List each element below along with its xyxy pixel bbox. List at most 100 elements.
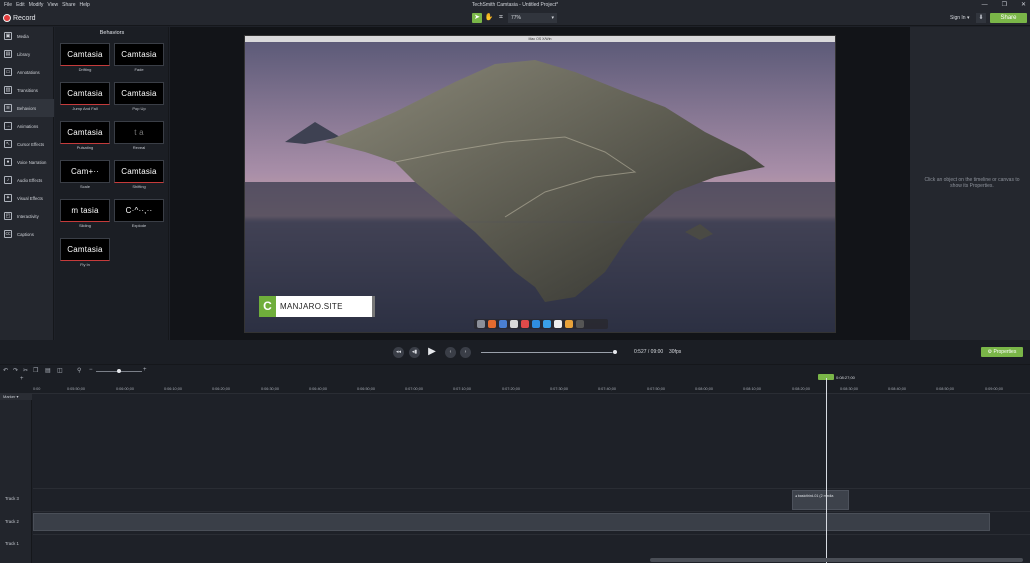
menu-file[interactable]: File: [4, 0, 12, 11]
sidebar-item-media[interactable]: ▣ Media: [0, 27, 54, 45]
track-2-label[interactable]: Track 2: [5, 519, 19, 524]
ruler-tick: 0:07:30;00: [550, 387, 568, 391]
sidebar-item-interactivity[interactable]: ◰ Interactivity: [0, 207, 54, 225]
behavior-drifting[interactable]: Camtasia Drifting: [60, 43, 110, 72]
ruler-tick: 0:07:50;00: [647, 387, 665, 391]
behaviors-panel: Behaviors Camtasia Drifting Camtasia Fade …: [55, 27, 169, 340]
marker-dropdown[interactable]: Marker ▾: [0, 394, 32, 400]
undo-icon[interactable]: ↶: [3, 367, 8, 374]
track-3-row[interactable]: [33, 488, 1030, 510]
share-button[interactable]: Share: [990, 13, 1027, 23]
canvas-stage[interactable]: Mac OS X/Win C MANJARO.SITE: [244, 35, 836, 333]
zoom-in-icon[interactable]: +: [143, 367, 147, 373]
behavior-pulsating[interactable]: Camtasia Pulsating: [60, 121, 110, 150]
step-back-icon[interactable]: ◂◂: [393, 347, 404, 358]
scrubber-knob[interactable]: [613, 350, 617, 354]
menu-edit[interactable]: Edit: [16, 0, 25, 11]
behavior-thumb: Camtasia: [114, 43, 164, 66]
timeline-toolbar: ↶ ↷ ✂ ❐ ▤ ◫ ⚲ − +: [0, 364, 1030, 376]
sidebar-item-behaviors[interactable]: ≋ Behaviors: [0, 99, 54, 117]
behavior-reveal[interactable]: t a Reveal: [114, 121, 164, 150]
menu-view[interactable]: View: [47, 0, 58, 11]
sidebar-item-library[interactable]: ▤ Library: [0, 45, 54, 63]
zoom-slider-knob[interactable]: [117, 369, 121, 373]
sidebar-item-animations[interactable]: → Animations: [0, 117, 54, 135]
ruler-tick: 0:06:20;00: [212, 387, 230, 391]
behavior-pop-up[interactable]: Camtasia Pop Up: [114, 82, 164, 111]
timeline-scrollbar[interactable]: [650, 558, 1023, 562]
behavior-shifting[interactable]: Camtasia Shifting: [114, 160, 164, 189]
pan-tool-icon[interactable]: ✋: [484, 13, 494, 23]
vlc-dock-icon: [565, 320, 573, 328]
behavior-label: Fly In: [80, 262, 90, 267]
sidebar-item-visual-effects[interactable]: ✦ Visual Effects: [0, 189, 54, 207]
behavior-fade[interactable]: Camtasia Fade: [114, 43, 164, 72]
copy-icon[interactable]: ❐: [33, 367, 38, 374]
sidebar-item-label: Voice Narration: [17, 159, 47, 165]
zoom-select[interactable]: 77% ▾: [508, 13, 557, 23]
sidebar-item-captions[interactable]: cc Captions: [0, 225, 54, 243]
redo-icon[interactable]: ↷: [13, 367, 18, 374]
behavior-scale[interactable]: Cam+·· Scale: [60, 160, 110, 189]
timeline-tracks[interactable]: Track 3 Track 2 Track 1: [0, 394, 1030, 563]
behavior-jump-and-fall[interactable]: Camtasia Jump And Fall: [60, 82, 110, 111]
sidebar-item-annotations[interactable]: ▭ Annotations: [0, 63, 54, 81]
watermark-badge: C MANJARO.SITE: [259, 296, 375, 317]
track-3-label[interactable]: Track 3: [5, 496, 19, 501]
trash-dock-icon: [576, 320, 584, 328]
download-icon[interactable]: ⬇: [976, 13, 986, 23]
maximize-icon[interactable]: ❐: [1002, 0, 1007, 11]
firefox-dock-icon: [488, 320, 496, 328]
behavior-explode[interactable]: C·^··,·· Explode: [114, 199, 164, 228]
track-3-clip[interactable]: ◂ basicthird-01 (2 media: [792, 490, 849, 510]
sign-in-link[interactable]: Sign In ▾: [950, 13, 969, 23]
behavior-fly-in[interactable]: Camtasia Fly In: [60, 238, 110, 267]
play-button[interactable]: ▶: [425, 345, 439, 359]
timeline-ruler[interactable]: + 0:00 0:05:50;00 0:06:00;00 0:06:10;00 …: [0, 376, 1030, 394]
previous-icon[interactable]: ‹: [445, 347, 456, 358]
properties-button[interactable]: ⚙ Properties: [981, 347, 1023, 357]
store-dock-icon: [532, 320, 540, 328]
sidebar-item-cursor-effects[interactable]: ↖ Cursor Effects: [0, 135, 54, 153]
zoom-search-icon[interactable]: ⚲: [77, 367, 81, 374]
track-1-label[interactable]: Track 1: [5, 541, 19, 546]
add-track-icon[interactable]: +: [20, 376, 24, 382]
menu-modify[interactable]: Modify: [29, 0, 44, 11]
minimize-icon[interactable]: —: [982, 0, 988, 11]
track-1-row[interactable]: [33, 534, 1030, 556]
ruler-tick: 0:08:30;00: [840, 387, 858, 391]
next-icon[interactable]: ›: [460, 347, 471, 358]
close-icon[interactable]: ✕: [1021, 0, 1026, 11]
ruler-tick: 0:06:40;00: [309, 387, 327, 391]
record-button[interactable]: Record: [13, 13, 36, 24]
media-icon: ▣: [4, 32, 12, 40]
behavior-thumb: Cam+··: [60, 160, 110, 183]
sidebar-item-audio-effects[interactable]: ♪ Audio Effects: [0, 171, 54, 189]
behavior-sliding[interactable]: m tasia Sliding: [60, 199, 110, 228]
rewind-icon[interactable]: ◂▮: [409, 347, 420, 358]
annotations-icon: ▭: [4, 68, 12, 76]
crop-tool-icon[interactable]: ⌗: [496, 13, 506, 23]
cut-icon[interactable]: ✂: [23, 367, 28, 374]
interactivity-icon: ◰: [4, 212, 12, 220]
behavior-label: Pop Up: [132, 106, 146, 111]
ruler-tick: 0:05:50;00: [67, 387, 85, 391]
track-2-clip[interactable]: [33, 513, 990, 531]
menu-share[interactable]: Share: [62, 0, 75, 11]
paste-icon[interactable]: ▤: [45, 367, 51, 374]
playhead-line[interactable]: [826, 378, 827, 563]
fps-label: 30fps: [669, 349, 682, 355]
sidebar-item-transitions[interactable]: ▥ Transitions: [0, 81, 54, 99]
sidebar-item-voice-narration[interactable]: ● Voice Narration: [0, 153, 54, 171]
behavior-thumb: C·^··,··: [114, 199, 164, 222]
sidebar-item-label: Visual Effects: [17, 195, 43, 201]
zoom-out-icon[interactable]: −: [89, 367, 93, 373]
split-icon[interactable]: ◫: [57, 367, 63, 374]
properties-button-label: Properties: [993, 349, 1017, 355]
behavior-label: Shifting: [132, 184, 146, 189]
playback-scrubber[interactable]: [481, 352, 617, 353]
menu-help[interactable]: Help: [80, 0, 90, 11]
select-tool-icon[interactable]: ➤: [472, 13, 482, 23]
record-icon[interactable]: [3, 14, 11, 22]
ruler-tick: 0:08:00;00: [695, 387, 713, 391]
